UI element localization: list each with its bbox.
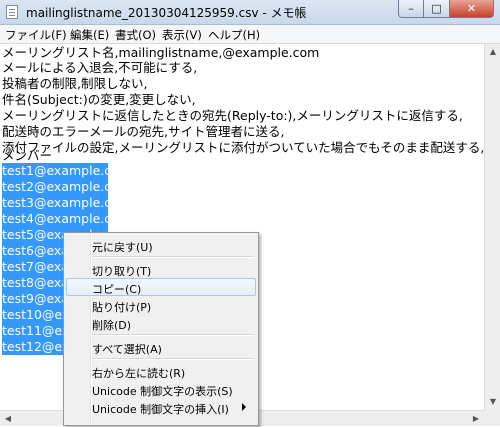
- text-line: 件名(Subject:)の変更,変更しない,: [2, 92, 196, 107]
- menu-separator: [92, 256, 254, 258]
- context-menu: 元に戻す(U) 切り取り(T) コピー(C) 貼り付け(P) 削除(D) すべて…: [63, 232, 259, 426]
- menu-item-paste[interactable]: 貼り付け(P): [66, 296, 256, 314]
- menu-item-label: 切り取り(T): [92, 265, 152, 278]
- menu-item-label: すべて選択(A): [92, 343, 162, 356]
- menu-item-undo[interactable]: 元に戻す(U): [66, 236, 256, 254]
- text-line: メーリングリスト名,mailinglistname,@example.com: [2, 45, 320, 60]
- menu-item-label: コピー(C): [92, 283, 142, 296]
- menu-item-right-to-left[interactable]: 右から左に読む(R): [66, 362, 256, 380]
- menu-item-label: Unicode 制御文字の表示(S): [92, 385, 233, 398]
- menu-separator: [92, 358, 254, 360]
- selected-line: test4@example.com: [2, 211, 131, 227]
- size-grip: [484, 410, 500, 426]
- submenu-arrow-icon: [242, 403, 246, 411]
- text-line: メンバー: [2, 148, 53, 163]
- menu-item-insert-unicode[interactable]: Unicode 制御文字の挿入(I): [66, 398, 256, 416]
- vertical-scrollbar[interactable]: ▲ ▼: [484, 44, 500, 410]
- scroll-left-icon[interactable]: ◀: [0, 411, 16, 427]
- scroll-right-icon[interactable]: ▶: [468, 411, 484, 427]
- maximize-button[interactable]: □: [424, 0, 450, 18]
- menu-item-cut[interactable]: 切り取り(T): [66, 260, 256, 278]
- menu-item-label: Unicode 制御文字の挿入(I): [92, 403, 229, 416]
- menu-file[interactable]: ファイル(F): [5, 27, 67, 43]
- scroll-down-icon[interactable]: ▼: [485, 394, 500, 410]
- text-line: 配送時のエラーメールの宛先,サイト管理者に送る,: [2, 124, 285, 139]
- selected-line: test1@example.com: [2, 163, 131, 179]
- menu-item-delete[interactable]: 削除(D): [66, 314, 256, 332]
- menu-help[interactable]: ヘルプ(H): [208, 27, 260, 43]
- menu-edit[interactable]: 編集(E): [70, 27, 109, 43]
- menu-item-show-unicode[interactable]: Unicode 制御文字の表示(S): [66, 380, 256, 398]
- menu-item-label: 削除(D): [92, 319, 132, 332]
- menu-separator: [92, 334, 254, 336]
- selected-line: test3@example.com: [2, 195, 131, 211]
- scroll-up-icon[interactable]: ▲: [485, 44, 500, 60]
- menu-bar: ファイル(F) 編集(E) 書式(O) 表示(V) ヘルプ(H): [0, 25, 500, 44]
- text-line: メールによる入退会,不可能にする,: [2, 60, 198, 75]
- text-line: メーリングリストに返信したときの宛先(Reply-to:),メーリングリストに返…: [2, 108, 463, 123]
- close-button[interactable]: ✕: [450, 0, 494, 18]
- menu-format[interactable]: 書式(O): [115, 27, 156, 43]
- title-bar: mailinglistname_20130304125959.csv - メモ帳…: [0, 0, 500, 25]
- text-line: 投稿者の制限,制限しない,: [2, 76, 148, 91]
- window-controls: – □ ✕: [398, 0, 494, 20]
- minimize-button[interactable]: –: [398, 0, 424, 18]
- menu-view[interactable]: 表示(V): [162, 27, 202, 43]
- text-line: 添付ファイルの設定,メーリングリストに添付がついていた場合でもそのまま配送する,: [2, 140, 485, 155]
- window-title: mailinglistname_20130304125959.csv - メモ帳: [26, 6, 307, 20]
- menu-item-label: 元に戻す(U): [92, 241, 153, 254]
- notepad-icon: [6, 5, 18, 19]
- selected-line: test2@example.com: [2, 179, 131, 195]
- menu-item-label: 貼り付け(P): [92, 301, 152, 314]
- menu-item-select-all[interactable]: すべて選択(A): [66, 338, 256, 356]
- menu-item-copy[interactable]: コピー(C): [66, 278, 256, 296]
- menu-item-label: 右から左に読む(R): [92, 367, 186, 380]
